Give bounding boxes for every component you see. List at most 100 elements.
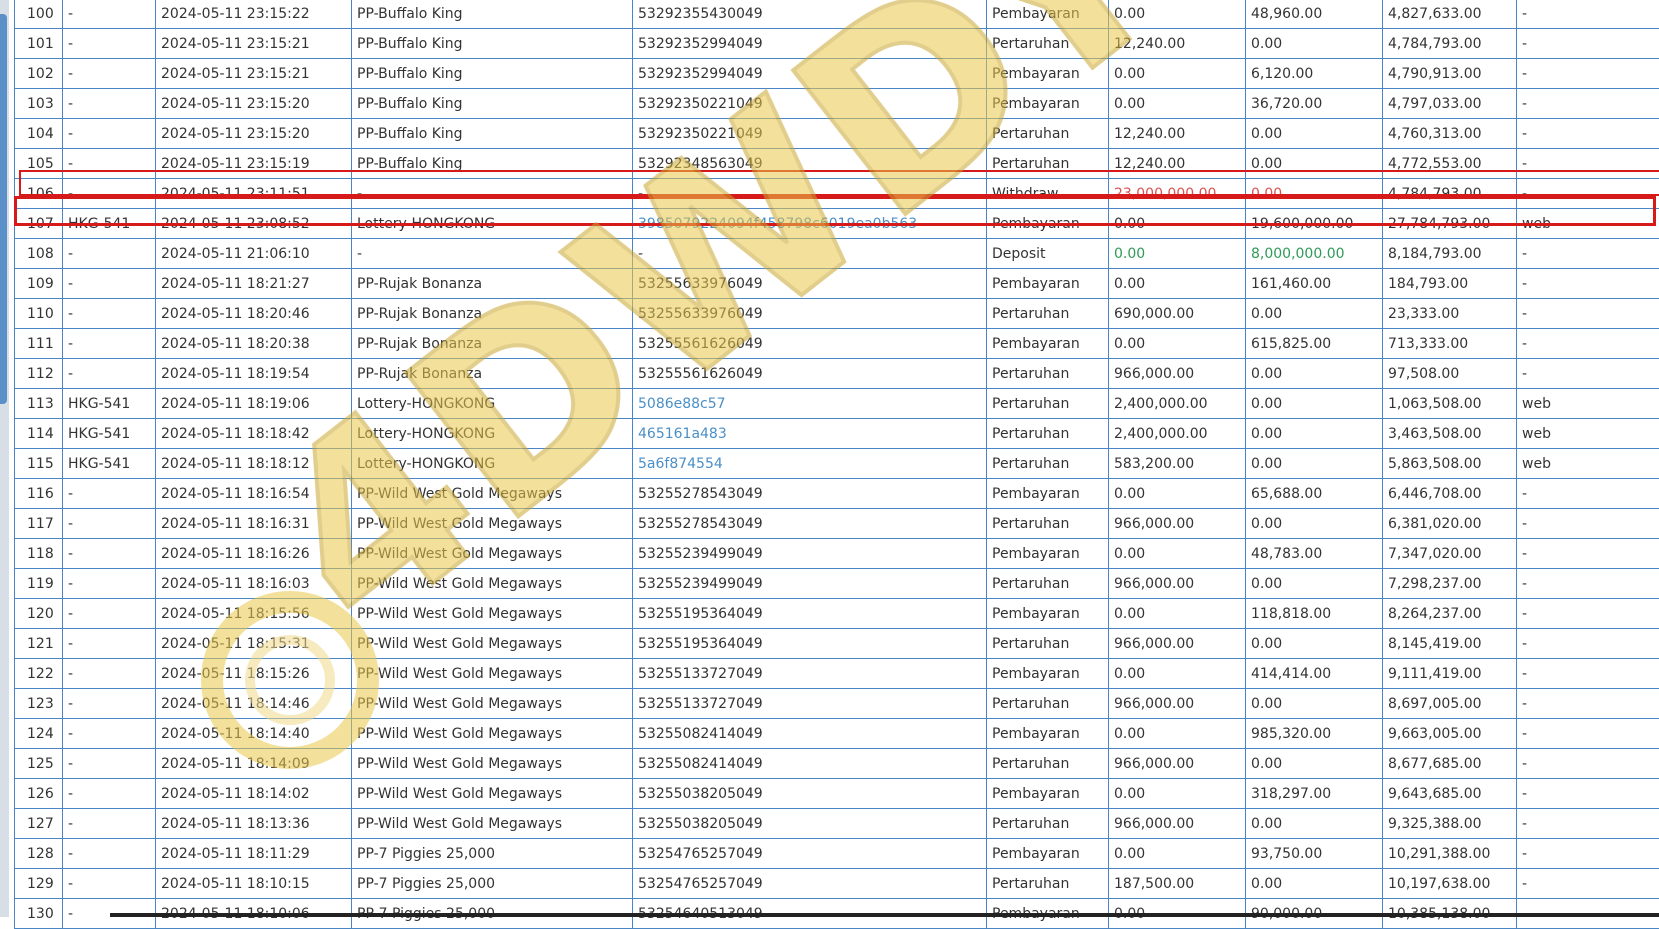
cell-no: 102: [15, 59, 63, 89]
cell-game-text: -: [68, 186, 73, 202]
cell-src-text: -: [1522, 246, 1527, 262]
cell-balance-text: 4,784,793.00: [1388, 36, 1482, 52]
cell-src-text: -: [1522, 366, 1527, 382]
transaction-id-link[interactable]: 3985079224094f458798c6019ea0b563: [638, 216, 917, 232]
cell-trans-text: 53292348563049: [638, 156, 763, 172]
cell-credit-text: 8,000,000.00: [1251, 246, 1345, 262]
cell-game: -: [63, 779, 156, 809]
cell-credit: 0.00: [1246, 689, 1383, 719]
cell-src: -: [1517, 89, 1659, 119]
cell-no-text: 123: [27, 696, 54, 712]
cell-trans: 53255038205049: [633, 809, 987, 839]
cell-src-text: -: [1522, 36, 1527, 52]
cell-balance: 4,797,033.00: [1383, 89, 1517, 119]
cell-src: -: [1517, 779, 1659, 809]
cell-src: -: [1517, 539, 1659, 569]
cell-no-text: 112: [27, 366, 54, 382]
cell-type-text: Pertaruhan: [992, 576, 1069, 592]
cell-trans-text: 53292352994049: [638, 66, 763, 82]
cell-type: Pembayaran: [987, 89, 1109, 119]
cell-trans: 53254765257049: [633, 869, 987, 899]
cell-trans[interactable]: 465161a483: [633, 419, 987, 449]
cell-balance-text: 4,790,913.00: [1388, 66, 1482, 82]
cell-src-text: -: [1522, 876, 1527, 892]
cell-time-text: 2024-05-11 23:08:52: [161, 216, 310, 232]
cell-no: 129: [15, 869, 63, 899]
cell-trans-text: 53255082414049: [638, 756, 763, 772]
cell-no: 103: [15, 89, 63, 119]
cell-trans: 53292348563049: [633, 149, 987, 179]
cell-no: 125: [15, 749, 63, 779]
cell-balance-text: 8,184,793.00: [1388, 246, 1482, 262]
cell-trans: -: [633, 239, 987, 269]
cell-credit-text: 0.00: [1251, 156, 1282, 172]
cell-debit: 12,240.00: [1109, 149, 1246, 179]
cell-credit-text: 985,320.00: [1251, 726, 1331, 742]
cell-credit-text: 0.00: [1251, 306, 1282, 322]
cell-game: HKG-541: [63, 389, 156, 419]
cell-trans: 53255239499049: [633, 569, 987, 599]
cell-credit-text: 0.00: [1251, 516, 1282, 532]
cell-debit-text: 690,000.00: [1114, 306, 1194, 322]
cell-no: 116: [15, 479, 63, 509]
cell-trans-text: 53255239499049: [638, 576, 763, 592]
cell-trans[interactable]: 3985079224094f458798c6019ea0b563: [633, 209, 987, 239]
cell-debit-text: 966,000.00: [1114, 696, 1194, 712]
cell-trans[interactable]: 5086e88c57: [633, 389, 987, 419]
cell-debit: 0.00: [1109, 0, 1246, 29]
cell-credit-text: 0.00: [1251, 816, 1282, 832]
cell-src: -: [1517, 749, 1659, 779]
cell-balance: 8,184,793.00: [1383, 239, 1517, 269]
cell-debit: 690,000.00: [1109, 299, 1246, 329]
cell-product: PP-Wild West Gold Megaways: [352, 719, 633, 749]
cell-credit-text: 0.00: [1251, 876, 1282, 892]
cell-no-text: 101: [27, 36, 54, 52]
transaction-id-link[interactable]: 465161a483: [638, 426, 727, 442]
horizontal-scrollbar[interactable]: [110, 913, 1659, 917]
cell-game-text: -: [68, 246, 73, 262]
cell-debit: 966,000.00: [1109, 809, 1246, 839]
table-row: 116-2024-05-11 18:16:54PP-Wild West Gold…: [15, 479, 1659, 509]
cell-no: 130: [15, 899, 63, 929]
cell-product: PP-Buffalo King: [352, 29, 633, 59]
sidebar-toggle-handle[interactable]: [0, 14, 7, 404]
cell-debit-text: 0.00: [1114, 546, 1145, 562]
cell-trans-text: 53255082414049: [638, 726, 763, 742]
cell-src-text: -: [1522, 126, 1527, 142]
cell-trans-text: -: [638, 186, 643, 202]
cell-trans-text: 53254765257049: [638, 846, 763, 862]
cell-credit-text: 0.00: [1251, 186, 1282, 202]
cell-type-text: Pembayaran: [992, 6, 1080, 22]
cell-game-text: -: [68, 696, 73, 712]
cell-type-text: Pertaruhan: [992, 756, 1069, 772]
cell-debit-text: 23,000,000.00: [1114, 186, 1216, 202]
cell-product-text: PP-Wild West Gold Megaways: [357, 576, 562, 592]
cell-debit: 0.00: [1109, 209, 1246, 239]
cell-type: Pembayaran: [987, 269, 1109, 299]
cell-trans[interactable]: 5a6f874554: [633, 449, 987, 479]
transaction-id-link[interactable]: 5a6f874554: [638, 456, 723, 472]
cell-src: -: [1517, 839, 1659, 869]
cell-time: 2024-05-11 18:15:26: [156, 659, 352, 689]
cell-credit-text: 0.00: [1251, 456, 1282, 472]
cell-debit-text: 0.00: [1114, 216, 1145, 232]
cell-balance: 5,863,508.00: [1383, 449, 1517, 479]
cell-product: PP-Rujak Bonanza: [352, 299, 633, 329]
cell-product-text: PP-Wild West Gold Megaways: [357, 546, 562, 562]
cell-credit: 93,750.00: [1246, 839, 1383, 869]
cell-credit: 19,600,000.00: [1246, 209, 1383, 239]
cell-game-text: -: [68, 786, 73, 802]
cell-type-text: Pertaruhan: [992, 816, 1069, 832]
transaction-id-link[interactable]: 5086e88c57: [638, 396, 726, 412]
cell-debit-text: 0.00: [1114, 6, 1145, 22]
cell-credit-text: 0.00: [1251, 126, 1282, 142]
cell-trans: 53292350221049: [633, 89, 987, 119]
cell-credit-text: 0.00: [1251, 36, 1282, 52]
cell-trans: 53255633976049: [633, 299, 987, 329]
cell-time-text: 2024-05-11 18:16:26: [161, 546, 310, 562]
cell-trans: 53255633976049: [633, 269, 987, 299]
cell-trans: 53292352994049: [633, 59, 987, 89]
cell-debit-text: 0.00: [1114, 96, 1145, 112]
cell-credit: 0.00: [1246, 179, 1383, 209]
cell-no-text: 111: [27, 336, 54, 352]
